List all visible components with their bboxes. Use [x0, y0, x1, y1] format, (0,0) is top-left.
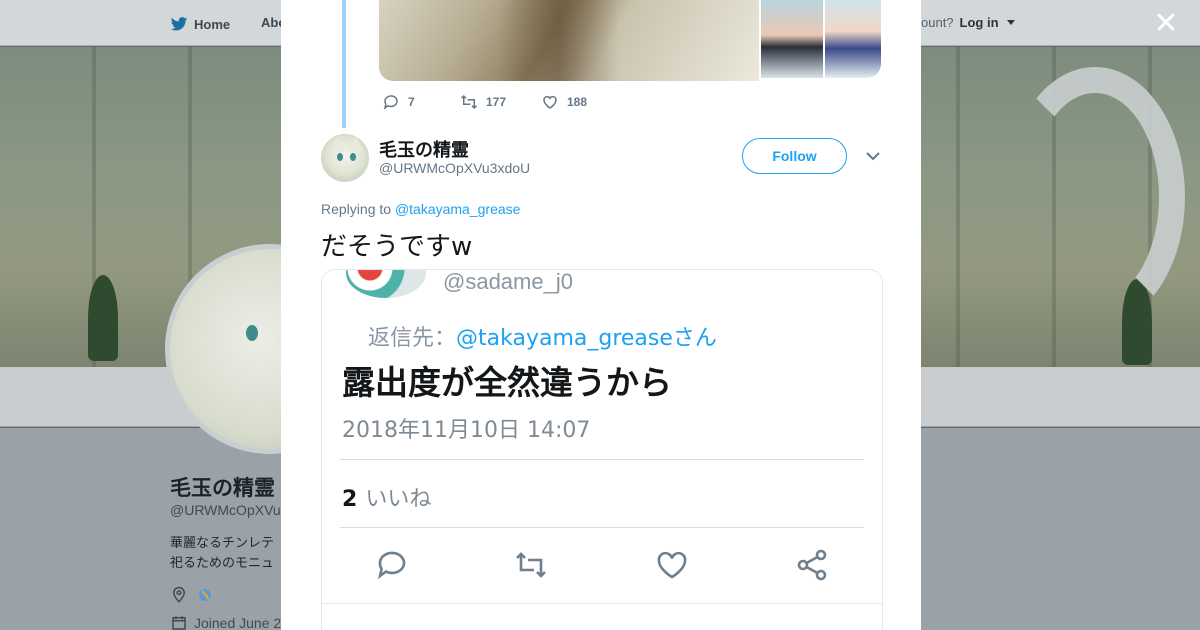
nav-home-link[interactable]: Home: [170, 15, 230, 33]
avatar-ear: [349, 137, 363, 151]
banner-tree-decoration: [88, 275, 118, 361]
banner-tail-decoration: [1005, 67, 1185, 327]
screenshot-body: 露出度が全然違うから: [342, 363, 672, 402]
screenshot-retweet-icon: [516, 552, 546, 578]
author-handle[interactable]: @URWMcOpXVu3xdoU: [379, 160, 530, 176]
replying-to-line: Replying to @takayama_grease: [321, 201, 520, 217]
profile-handle: @URWMcOpXVu: [170, 502, 281, 518]
screenshot-like-label: いいね: [365, 487, 432, 512]
previous-retweet-button[interactable]: 177: [460, 93, 506, 111]
like-icon: [543, 95, 557, 109]
reply-icon: [383, 95, 398, 110]
profile-joined-text: Joined June 20: [194, 615, 289, 630]
replying-to-link[interactable]: @takayama_grease: [395, 201, 521, 217]
retweet-icon: [460, 94, 478, 110]
profile-bio: 華麗なるチンレテ 祀るためのモニュ: [170, 534, 274, 574]
screenshot-reply-target: @takayama_greaseさん: [456, 326, 717, 351]
previous-reply-button[interactable]: 7: [382, 93, 415, 111]
screenshot-divider: [322, 603, 882, 604]
login-link[interactable]: Log in: [960, 15, 999, 30]
author-avatar[interactable]: [321, 134, 369, 182]
tweet-attached-image[interactable]: @sadame_j0 返信先：@takayama_greaseさん 露出度が全然…: [321, 269, 883, 630]
screenshot-likes: 2 いいね: [342, 481, 431, 513]
screenshot-timestamp: 2018年11月10日 14:07: [342, 418, 591, 443]
screenshot-divider: [340, 459, 864, 460]
avatar-ear: [330, 137, 344, 151]
screenshot-reply-icon: [377, 551, 406, 580]
tweet-modal: 7 177 188 毛玉の精霊 @URWMcOpXVu3xdoU Follow …: [281, 0, 921, 630]
screenshot-reply-to: 返信先：@takayama_greaseさん: [368, 320, 717, 352]
twitter-bird-icon: [170, 17, 188, 31]
screenshot-handle: @sadame_j0: [443, 269, 573, 294]
reply-count: 7: [408, 95, 415, 109]
retweet-count: 177: [486, 95, 507, 109]
caret-down-icon[interactable]: [1006, 20, 1015, 25]
replying-prefix: Replying to: [321, 201, 392, 217]
profile-joined: Joined June 20: [170, 614, 289, 630]
author-name[interactable]: 毛玉の精霊: [379, 136, 469, 162]
image-shading: [499, 0, 619, 81]
globe-emoji-icon: [199, 589, 211, 601]
screenshot-like-count: 2: [342, 487, 358, 512]
tweet-text: だそうですw: [321, 232, 473, 262]
profile-location: [170, 586, 214, 604]
follow-button[interactable]: Follow: [742, 138, 847, 174]
location-icon: [172, 586, 186, 603]
screenshot-reply-prefix: 返信先：: [368, 326, 457, 351]
nav-home-label: Home: [194, 16, 231, 32]
screenshot-avatar: [346, 270, 426, 298]
previous-like-button[interactable]: 188: [541, 93, 587, 111]
share-icon: [797, 549, 827, 581]
screenshot-divider: [340, 527, 864, 528]
login-area: ccount? Log in: [908, 15, 1015, 30]
like-count: 188: [567, 95, 588, 109]
calendar-icon: [172, 616, 186, 630]
avatar-eye: [350, 153, 356, 161]
screenshot-like-icon: [657, 551, 687, 579]
avatar-eye: [337, 153, 343, 161]
profile-bio-line: 祀るためのモニュ: [170, 556, 275, 571]
avatar-eye: [246, 325, 258, 341]
previous-tweet-image-3[interactable]: [825, 0, 881, 78]
previous-tweet-image-2[interactable]: [761, 0, 823, 78]
thread-connector-line: [342, 0, 346, 128]
chevron-down-icon[interactable]: [863, 146, 883, 166]
close-icon[interactable]: ✕: [1150, 8, 1182, 40]
previous-tweet-image[interactable]: [379, 0, 759, 81]
profile-name: 毛玉の精霊: [170, 476, 275, 500]
profile-bio-line: 華麗なるチンレテ: [170, 536, 275, 551]
